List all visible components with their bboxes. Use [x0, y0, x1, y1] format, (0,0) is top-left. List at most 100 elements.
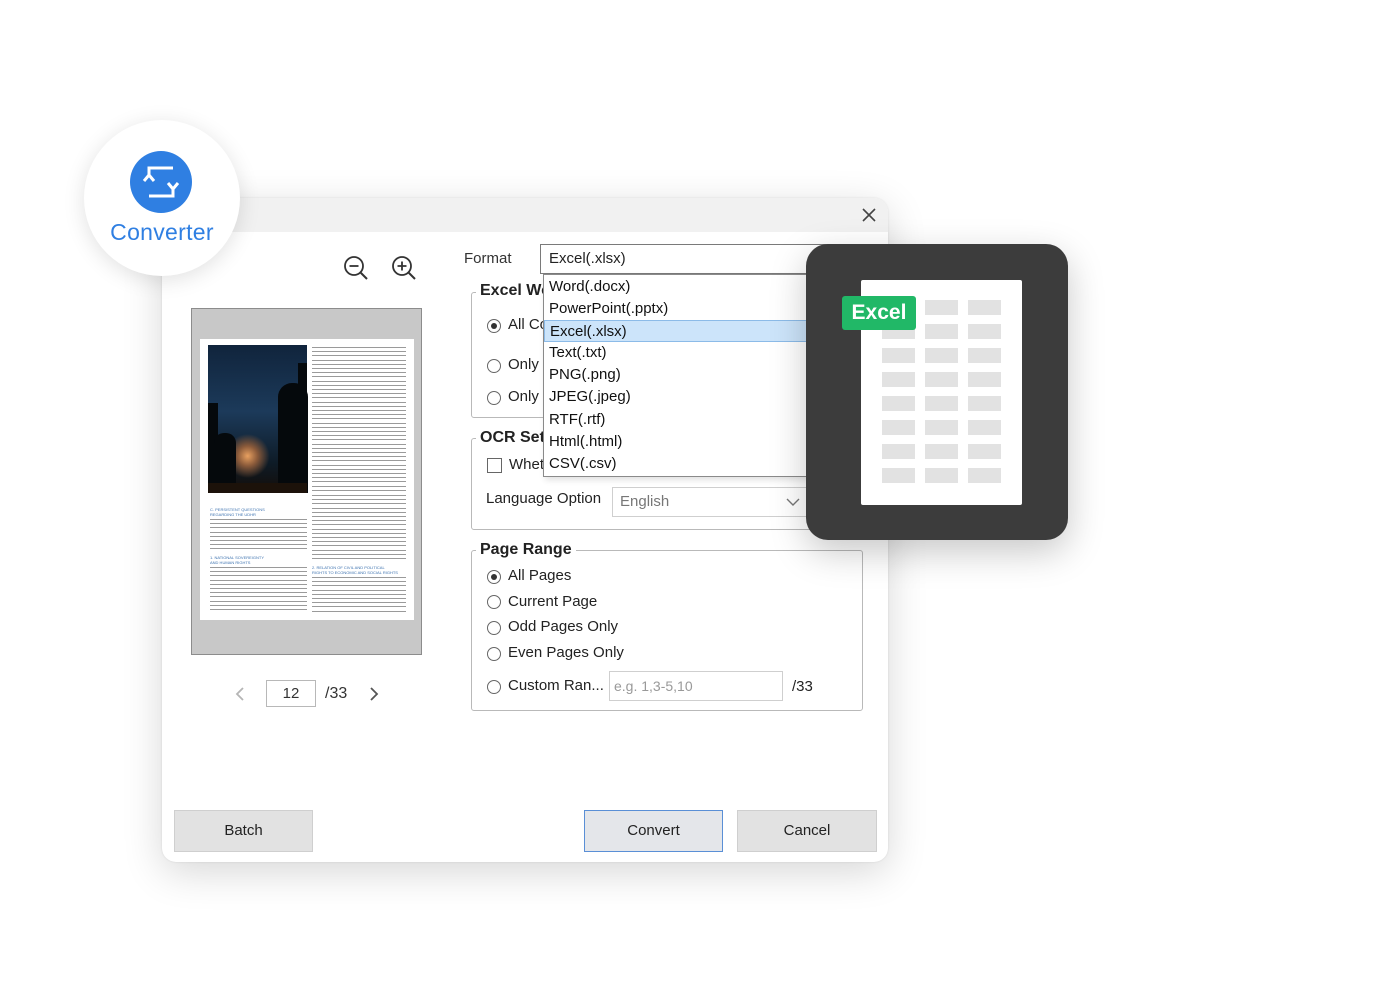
prev-page-icon[interactable]: [232, 685, 250, 703]
format-option-html[interactable]: Html(.html): [544, 431, 832, 453]
preview-text-line: [312, 456, 406, 458]
dialog-titlebar: [162, 198, 888, 232]
page-range-custom-radio[interactable]: [487, 680, 501, 694]
preview-text-line: [312, 520, 406, 522]
preview-text-line: [312, 347, 406, 348]
format-select[interactable]: Excel(.xlsx): [540, 244, 840, 274]
page-range-custom-label: Custom Ran...: [508, 677, 604, 694]
convert-button[interactable]: Convert: [584, 810, 723, 852]
page-range-even-radio[interactable]: [487, 647, 501, 661]
preview-heading-6: RIGHTS TO ECONOMIC AND SOCIAL RIGHTS: [312, 570, 398, 575]
page-range-even-label: Even Pages Only: [508, 644, 624, 661]
preview-text-line: [312, 384, 406, 386]
cancel-button[interactable]: Cancel: [737, 810, 877, 852]
next-page-icon[interactable]: [365, 685, 383, 703]
zoom-in-icon[interactable]: [390, 254, 418, 282]
ocr-settings-title: OCR Set: [476, 429, 549, 447]
custom-range-input[interactable]: e.g. 1,3-5,10: [609, 671, 783, 701]
sheet-cell: [968, 348, 1001, 363]
format-option-powerpoint[interactable]: PowerPoint(.pptx): [544, 298, 832, 320]
excel-option-all-radio[interactable]: [487, 319, 501, 333]
preview-text-line: [312, 435, 406, 437]
preview-heading-4: AND HUMAN RIGHTS: [210, 560, 251, 565]
preview-text-line: [312, 389, 406, 390]
preview-text-line: [210, 583, 307, 585]
format-option-csv[interactable]: CSV(.csv): [544, 453, 832, 475]
preview-text-line: [312, 443, 406, 445]
format-option-excel[interactable]: Excel(.xlsx): [544, 320, 832, 342]
preview-text-line: [312, 351, 406, 353]
preview-text-line: [210, 531, 307, 533]
language-select[interactable]: English: [612, 487, 808, 517]
preview-text-line: [312, 452, 406, 453]
sheet-cell: [882, 372, 915, 387]
preview-text-line: [210, 535, 307, 537]
excel-option-only-1-label: Only: [508, 356, 539, 373]
sheet-cell: [882, 420, 915, 435]
ocr-checkbox[interactable]: [487, 458, 502, 473]
page-range-odd-radio[interactable]: [487, 621, 501, 635]
preview-photo: [208, 345, 308, 493]
format-option-word[interactable]: Word(.docx): [544, 276, 832, 298]
sheet-cell: [925, 444, 958, 459]
excel-option-only-1-radio[interactable]: [487, 359, 501, 373]
preview-text-line: [312, 602, 406, 604]
preview-text-line: [210, 592, 307, 594]
preview-text-line: [312, 541, 406, 543]
page-range-title: Page Range: [476, 541, 576, 559]
page-preview: C. PERSISTENT QUESTIONS REGARDING THE UD…: [191, 308, 422, 655]
preview-text-line: [210, 567, 307, 568]
preview-text-line: [210, 588, 307, 589]
preview-text-line: [312, 507, 406, 509]
preview-text-line: [312, 593, 406, 595]
preview-text-line: [312, 503, 406, 505]
preview-text-line: [312, 581, 406, 583]
preview-text-line: [312, 464, 406, 466]
format-dropdown-list: Word(.docx) PowerPoint(.pptx) Excel(.xls…: [543, 274, 833, 477]
preview-text-line: [312, 499, 406, 501]
language-select-value: English: [620, 493, 670, 510]
format-option-rtf[interactable]: RTF(.rtf): [544, 409, 832, 431]
batch-button[interactable]: Batch: [174, 810, 313, 852]
sheet-cell: [882, 348, 915, 363]
preview-text-line: [312, 393, 406, 395]
sheet-cell: [925, 324, 958, 339]
zoom-out-icon[interactable]: [342, 254, 370, 282]
preview-text-line: [312, 606, 406, 608]
preview-page: C. PERSISTENT QUESTIONS REGARDING THE UD…: [200, 339, 414, 620]
preview-text-line: [312, 372, 406, 374]
preview-text-line: [312, 439, 406, 441]
format-option-jpeg[interactable]: JPEG(.jpeg): [544, 386, 832, 408]
page-number-input[interactable]: 12: [266, 680, 316, 707]
preview-text-line: [312, 405, 406, 407]
preview-text-line: [210, 548, 307, 550]
preview-text-line: [210, 523, 307, 525]
format-option-text[interactable]: Text(.txt): [544, 342, 832, 364]
preview-text-line: [312, 368, 406, 369]
preview-text-line: [312, 422, 406, 424]
preview-text-line: [210, 519, 307, 520]
preview-text-line: [312, 598, 406, 599]
preview-text-line: [312, 585, 406, 587]
sheet-cell: [882, 396, 915, 411]
excel-option-only-2-radio[interactable]: [487, 391, 501, 405]
sheet-cell: [925, 348, 958, 363]
preview-text-line: [312, 477, 406, 479]
preview-text-line: [312, 549, 406, 551]
preview-text-line: [312, 376, 406, 378]
preview-text-line: [210, 540, 307, 541]
page-range-current-radio[interactable]: [487, 595, 501, 609]
close-icon[interactable]: [858, 204, 880, 226]
preview-text-line: [312, 401, 406, 403]
sheet-cell: [968, 444, 1001, 459]
page-range-current-label: Current Page: [508, 593, 598, 610]
page-range-all-label: All Pages: [508, 567, 572, 584]
preview-text-line: [312, 468, 406, 470]
page-range-all-radio[interactable]: [487, 570, 501, 584]
ocr-checkbox-label: Whet: [509, 456, 545, 473]
preview-text-line: [312, 610, 406, 612]
preview-text-line: [312, 431, 406, 432]
preview-text-line: [312, 359, 406, 361]
format-option-png[interactable]: PNG(.png): [544, 364, 832, 386]
preview-text-line: [312, 380, 406, 382]
